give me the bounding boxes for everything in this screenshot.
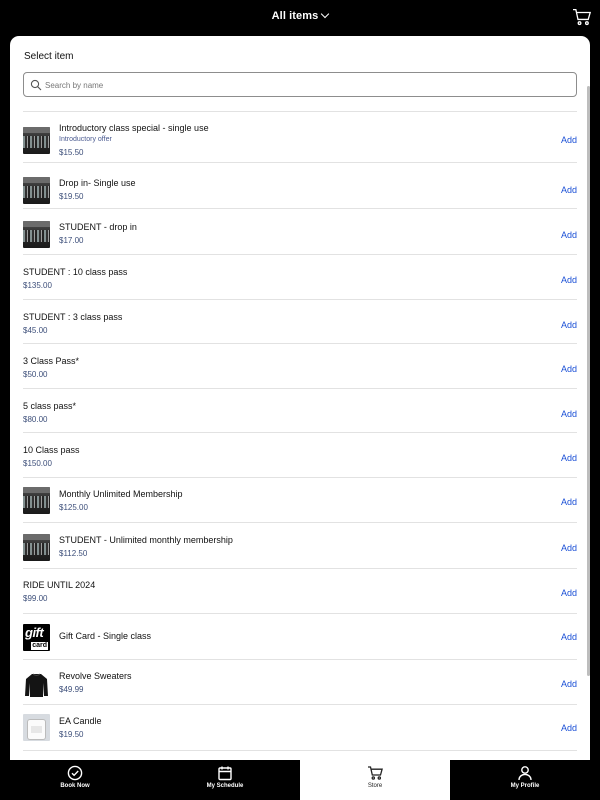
item-name: STUDENT : 3 class pass [23,312,123,322]
add-button[interactable]: Add [561,543,577,553]
item-name: Gift Card - Single class [59,631,152,641]
add-button[interactable]: Add [561,320,577,330]
gift-card-logo-text: gift [25,625,44,640]
tab-label: Book Now [60,783,90,789]
add-button[interactable]: Add [561,453,577,463]
search-input[interactable] [45,77,565,93]
search-box[interactable] [23,72,577,97]
item-name: STUDENT - Unlimited monthly membership [59,535,233,545]
category-title: All items [271,10,319,22]
add-button[interactable]: Add [561,679,577,689]
candle-thumbnail [23,714,50,741]
list-item[interactable]: Introductory class special - single use … [23,111,577,162]
add-button[interactable]: Add [561,230,577,240]
item-thumbnail [23,177,50,204]
add-button[interactable]: Add [561,135,577,145]
item-price: $19.50 [59,192,84,201]
tab-store[interactable]: Store [300,760,450,800]
item-price: $135.00 [23,281,52,290]
add-button[interactable]: Add [561,185,577,195]
list-item[interactable]: Drop in- Single use $19.50 Add [23,162,577,208]
item-thumbnail [23,221,50,248]
item-price: $17.00 [59,236,84,245]
item-name: 5 class pass* [23,401,77,411]
item-name: 10 Class pass [23,445,80,455]
gift-card-logo-subtext: card [31,642,48,650]
sheet-title: Select item [24,51,74,62]
sweater-image [25,673,48,697]
item-name: Monthly Unlimited Membership [59,489,183,499]
item-thumbnail [23,487,50,514]
chevron-down-icon [321,9,330,19]
item-name: 3 Class Pass* [23,356,80,366]
category-dropdown[interactable]: All items [0,9,600,22]
sweater-thumbnail [23,671,50,698]
item-price: $99.00 [23,594,48,603]
item-name: STUDENT - drop in [59,222,137,232]
add-button[interactable]: Add [561,364,577,374]
tab-book-now[interactable]: Book Now [0,760,150,800]
item-price: $80.00 [23,415,48,424]
person-icon [518,766,532,781]
list-item[interactable]: gift card Gift Card - Single class Add [23,613,577,659]
item-thumbnail [23,534,50,561]
item-name: Introductory class special - single use [59,123,209,133]
list-item[interactable]: RIDE UNTIL 2024 $99.00 Add [23,568,577,613]
tab-label: My Profile [510,783,540,789]
add-button[interactable]: Add [561,723,577,733]
list-item[interactable]: STUDENT - drop in $17.00 Add [23,208,577,254]
item-price: $49.99 [59,685,84,694]
list-item[interactable]: Revolve Sweaters $49.99 Add [23,659,577,704]
list-item[interactable]: 3 Class Pass* $50.00 Add [23,343,577,388]
calendar-icon [218,766,232,781]
select-item-sheet: Select item Introductory class special -… [10,36,590,760]
list-item[interactable]: 5 class pass* $80.00 Add [23,388,577,432]
add-button[interactable]: Add [561,497,577,507]
bottom-tab-bar: Book Now My Schedule Store My Profile [0,760,600,800]
item-subtitle: Introductory offer [59,136,112,143]
cart-icon [368,766,383,780]
item-name: EA Candle [59,716,102,726]
scrollbar[interactable] [587,86,590,676]
tab-my-profile[interactable]: My Profile [450,760,600,800]
search-icon [30,79,42,91]
top-bar: All items [0,0,600,36]
list-item[interactable]: STUDENT - Unlimited monthly membership $… [23,522,577,568]
tab-label: Store [367,783,383,789]
item-name: RIDE UNTIL 2024 [23,580,96,590]
list-item[interactable]: STUDENT : 3 class pass $45.00 Add [23,299,577,343]
item-price: $125.00 [59,503,88,512]
list-item[interactable]: Monthly Unlimited Membership $125.00 Add [23,477,577,522]
item-price: $150.00 [23,459,52,468]
item-price: $112.50 [59,549,88,558]
tab-my-schedule[interactable]: My Schedule [150,760,300,800]
list-divider [23,750,577,760]
item-thumbnail [23,127,50,154]
add-button[interactable]: Add [561,409,577,419]
cart-icon[interactable] [572,8,592,26]
tab-label: My Schedule [206,783,244,789]
list-item[interactable]: STUDENT : 10 class pass $135.00 Add [23,254,577,299]
add-button[interactable]: Add [561,588,577,598]
item-price: $19.50 [59,730,84,739]
list-item[interactable]: 10 Class pass $150.00 Add [23,432,577,477]
list-item[interactable]: EA Candle $19.50 Add [23,704,577,750]
item-name: STUDENT : 10 class pass [23,267,128,277]
item-name: Drop in- Single use [59,178,136,188]
check-circle-icon [67,765,83,781]
item-price: $45.00 [23,326,48,335]
item-price: $15.50 [59,148,84,157]
gift-card-thumbnail: gift card [23,624,50,651]
add-button[interactable]: Add [561,275,577,285]
add-button[interactable]: Add [561,632,577,642]
item-name: Revolve Sweaters [59,671,132,681]
item-price: $50.00 [23,370,48,379]
